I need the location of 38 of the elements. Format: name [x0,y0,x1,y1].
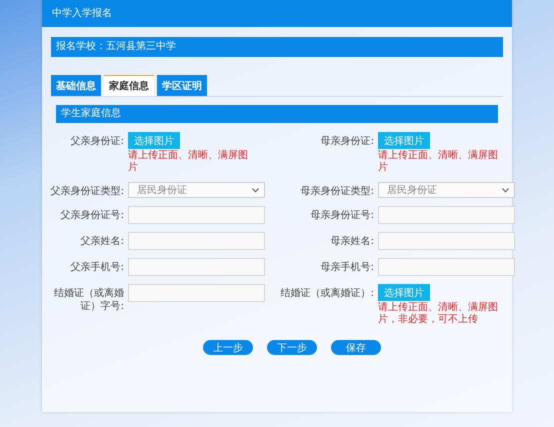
section-header: 学生家庭信息 [56,105,498,123]
dropdown[interactable]: 居民身份证 [128,182,265,198]
input-field[interactable] [378,206,515,224]
step-button[interactable]: 下一步 [267,340,317,355]
field-label: 父亲身份证: [70,134,124,148]
step-button[interactable]: 保存 [331,340,381,355]
field-label: 母亲身份证: [320,134,374,148]
upload-hint: 请上传正面、清晰、满屏图片，非必要，可不上传 [378,302,499,326]
field-label: 母亲身份证号: [310,208,374,222]
chevron-down-icon [502,188,509,192]
input-field[interactable] [378,258,515,276]
chevron-down-icon [252,188,259,192]
tab[interactable]: 基础信息 [51,75,101,96]
choose-image-button[interactable]: 选择图片 [128,132,180,149]
field-label: 父亲身份证类型: [50,184,124,198]
field-label: 父亲身份证号: [60,208,124,222]
field-label: 母亲身份证类型: [300,184,374,198]
field-label: 母亲手机号: [320,260,374,274]
input-field[interactable] [378,232,515,250]
input-field[interactable] [128,232,265,250]
dropdown[interactable]: 居民身份证 [378,182,515,198]
input-field[interactable] [128,284,265,302]
input-field[interactable] [128,258,265,276]
field-label: 父亲手机号: [70,260,124,274]
upload-hint: 请上传正面、清晰、满屏图片 [378,150,499,174]
tab[interactable]: 学区证明 [157,75,207,96]
input-field[interactable] [128,206,265,224]
field-label: 结婚证（或离婚证）字号: [53,286,124,313]
field-label: 母亲姓名: [330,234,374,248]
field-label: 父亲姓名: [80,234,124,248]
choose-image-button[interactable]: 选择图片 [378,132,430,149]
choose-image-button[interactable]: 选择图片 [378,284,430,301]
upload-hint: 请上传正面、清晰、满屏图片 [128,150,249,174]
window-title: 中学入学报名 [42,0,512,27]
step-button[interactable]: 上一步 [203,340,253,355]
school-banner: 报名学校：五河县第三中学 [51,37,503,57]
tab[interactable]: 家庭信息 [104,75,154,96]
field-label: 结婚证（或离婚证）: [280,286,374,300]
